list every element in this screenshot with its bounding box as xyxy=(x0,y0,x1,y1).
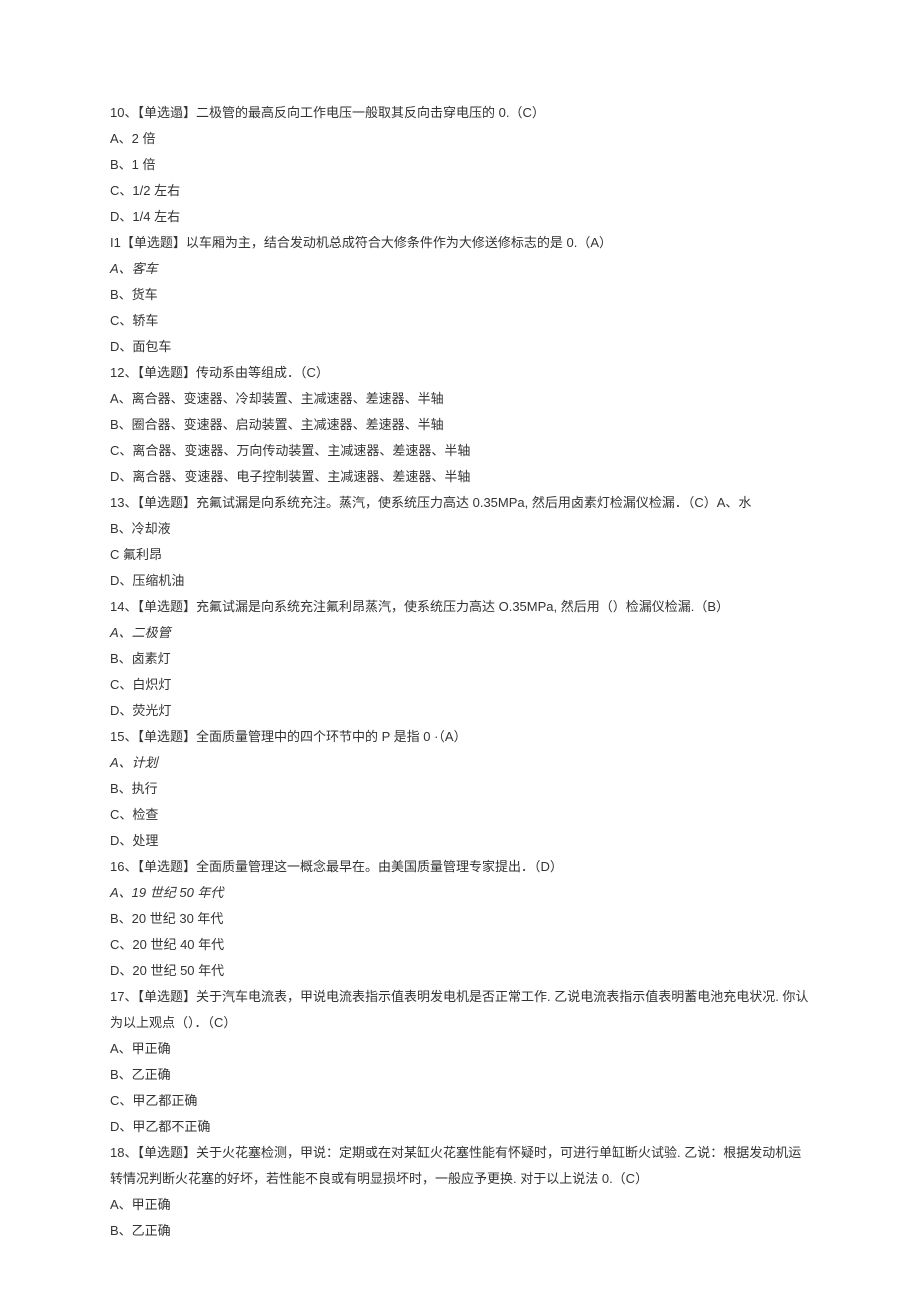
option-c: C、轿车 xyxy=(110,308,810,334)
option-a: A、甲正确 xyxy=(110,1192,810,1218)
option-a: A、甲正确 xyxy=(110,1036,810,1062)
option-c: C、检查 xyxy=(110,802,810,828)
question-11: I1【单选题】以车厢为主，结合发动机总成符合大修条件作为大修送修标志的是 0.（… xyxy=(110,230,810,360)
option-c: C、离合器、变速器、万向传动装置、主减速器、差速器、半轴 xyxy=(110,438,810,464)
question-10: 10、【单选遢】二极管的最高反向工作电压一般取其反向击穿电压的 0.（C） A、… xyxy=(110,100,810,230)
question-text: I1【单选题】以车厢为主，结合发动机总成符合大修条件作为大修送修标志的是 0.（… xyxy=(110,230,810,256)
option-b: B、20 世纪 30 年代 xyxy=(110,906,810,932)
question-14: 14、【单选题】充氟试漏是向系统充注氟利昂蒸汽，使系统压力高达 O.35MPa,… xyxy=(110,594,810,724)
question-text: 17、【单选题】关于汽车电流表，甲说电流表指示值表明发电机是否正常工作. 乙说电… xyxy=(110,984,810,1036)
question-text: 13、【单选题】充氟试漏是向系统充注。蒸汽，使系统压力高达 0.35MPa, 然… xyxy=(110,490,810,516)
question-text: 16、【单选题】全面质量管理这一概念最早在。由美国质量管理专家提出．（D） xyxy=(110,854,810,880)
option-d: D、荧光灯 xyxy=(110,698,810,724)
question-text: 12、【单选题】传动系由等组成．（C） xyxy=(110,360,810,386)
question-text: 14、【单选题】充氟试漏是向系统充注氟利昂蒸汽，使系统压力高达 O.35MPa,… xyxy=(110,594,810,620)
option-a: A、19 世纪 50 年代 xyxy=(110,880,810,906)
option-d: D、压缩机油 xyxy=(110,568,810,594)
option-b: B、货车 xyxy=(110,282,810,308)
option-b: B、冷却液 xyxy=(110,516,810,542)
option-d: D、1/4 左右 xyxy=(110,204,810,230)
document-content: 10、【单选遢】二极管的最高反向工作电压一般取其反向击穿电压的 0.（C） A、… xyxy=(110,100,810,1244)
option-a: A、离合器、变速器、冷却装置、主减速器、差速器、半轴 xyxy=(110,386,810,412)
question-12: 12、【单选题】传动系由等组成．（C） A、离合器、变速器、冷却装置、主减速器、… xyxy=(110,360,810,490)
option-a: A、客车 xyxy=(110,256,810,282)
option-c: C、1/2 左右 xyxy=(110,178,810,204)
option-c: C、白炽灯 xyxy=(110,672,810,698)
option-a: A、计划 xyxy=(110,750,810,776)
question-text: 15、【单选题】全面质量管理中的四个环节中的 P 是指 0 ·（A） xyxy=(110,724,810,750)
option-d: D、离合器、变速器、电子控制装置、主减速器、差速器、半轴 xyxy=(110,464,810,490)
option-c: C、甲乙都正确 xyxy=(110,1088,810,1114)
option-b: B、圈合器、变速器、启动装置、主减速器、差速器、半轴 xyxy=(110,412,810,438)
option-d: D、20 世纪 50 年代 xyxy=(110,958,810,984)
option-b: B、乙正确 xyxy=(110,1062,810,1088)
question-13: 13、【单选题】充氟试漏是向系统充注。蒸汽，使系统压力高达 0.35MPa, 然… xyxy=(110,490,810,594)
option-d: D、面包车 xyxy=(110,334,810,360)
option-d: D、处理 xyxy=(110,828,810,854)
question-text: 18、【单选题】关于火花塞检测，甲说：定期或在对某缸火花塞性能有怀疑时，可进行单… xyxy=(110,1140,810,1192)
question-18: 18、【单选题】关于火花塞检测，甲说：定期或在对某缸火花塞性能有怀疑时，可进行单… xyxy=(110,1140,810,1244)
option-a: A、二极管 xyxy=(110,620,810,646)
option-b: B、卤素灯 xyxy=(110,646,810,672)
question-17: 17、【单选题】关于汽车电流表，甲说电流表指示值表明发电机是否正常工作. 乙说电… xyxy=(110,984,810,1140)
option-b: B、1 倍 xyxy=(110,152,810,178)
option-d: D、甲乙都不正确 xyxy=(110,1114,810,1140)
question-text: 10、【单选遢】二极管的最高反向工作电压一般取其反向击穿电压的 0.（C） xyxy=(110,100,810,126)
option-b: B、乙正确 xyxy=(110,1218,810,1244)
question-16: 16、【单选题】全面质量管理这一概念最早在。由美国质量管理专家提出．（D） A、… xyxy=(110,854,810,984)
option-c: C 氟利昂 xyxy=(110,542,810,568)
question-15: 15、【单选题】全面质量管理中的四个环节中的 P 是指 0 ·（A） A、计划 … xyxy=(110,724,810,854)
option-a: A、2 倍 xyxy=(110,126,810,152)
option-b: B、执行 xyxy=(110,776,810,802)
option-c: C、20 世纪 40 年代 xyxy=(110,932,810,958)
